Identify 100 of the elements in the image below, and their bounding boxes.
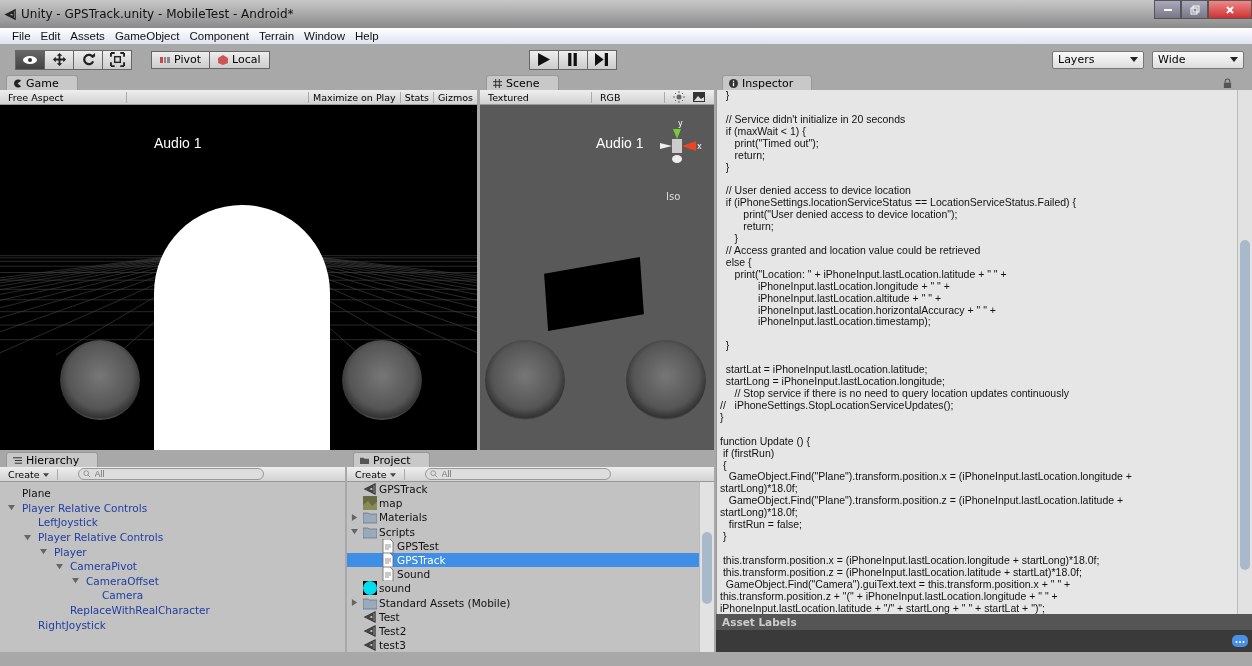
menu-item[interactable]: Assets	[70, 30, 105, 42]
project-item[interactable]: Scripts	[347, 524, 699, 539]
project-item[interactable]: test3	[347, 638, 699, 652]
hierarchy-item[interactable]: Player Relative Controls	[38, 531, 164, 544]
menu-item[interactable]: Edit	[40, 30, 61, 42]
code-line: this.transform.position.z + "(" + iPhoneInput.lastLocation.longitude + " " +	[719, 590, 1059, 603]
maximize-button[interactable]	[1181, 0, 1208, 19]
hierarchy-tab[interactable]: Hierarchy	[6, 452, 99, 467]
menu-item[interactable]: Help	[354, 30, 379, 42]
step-button[interactable]	[586, 49, 617, 70]
game-tab[interactable]: Game	[6, 75, 78, 90]
expand-arrow-icon[interactable]	[72, 577, 79, 585]
code-line: // iPhoneSettings.StopLocationServiceUpdates();	[719, 399, 955, 412]
more-options-icon[interactable]	[1232, 635, 1248, 647]
cube-icon	[218, 54, 228, 65]
project-item[interactable]: GPSTest	[347, 538, 699, 553]
hierarchy-item[interactable]: Player Relative Controls	[22, 501, 148, 514]
pause-button[interactable]	[557, 49, 588, 70]
code-line: }	[724, 161, 731, 174]
scrollbar[interactable]	[1237, 90, 1252, 614]
list-icon	[13, 456, 22, 465]
code-line: return;	[733, 149, 765, 162]
texture-thumbnail-icon	[363, 496, 377, 511]
game-view-button[interactable]: Stats	[399, 91, 433, 103]
code-line: this.transform.position.z = (iPhoneInput.lastLocation.latitude + startLat)*18.0f;	[721, 566, 1082, 579]
menu-item[interactable]: Component	[189, 30, 249, 42]
project-item[interactable]: Test2	[347, 623, 699, 639]
expand-arrow-icon[interactable]	[24, 533, 31, 541]
layout-dropdown[interactable]: Wide	[1152, 50, 1244, 69]
info-icon	[729, 79, 738, 88]
project-item[interactable]: Test	[347, 609, 699, 624]
axis-gizmo-drawing[interactable]: y x	[652, 117, 702, 177]
expand-arrow-icon[interactable]	[351, 513, 358, 521]
project-item[interactable]: GPSTrack	[347, 482, 699, 497]
code-line: print("User denied access to device location");	[742, 209, 959, 222]
aspect-dropdown[interactable]: Free Aspect	[0, 91, 127, 103]
eye-icon-button[interactable]	[15, 49, 45, 70]
code-line: startLat = iPhoneInput.lastLocation.latitude;	[724, 364, 929, 377]
hierarchy-item[interactable]: ReplaceWithRealCharacter	[70, 604, 210, 617]
code-line: this.transform.position.x = (iPhoneInput.lastLocation.longitude + startLong)*18.0f;	[721, 554, 1101, 567]
pivot-button[interactable]: Pivot	[151, 50, 210, 69]
local-button[interactable]: Local	[209, 50, 270, 69]
close-button[interactable]	[1208, 0, 1252, 19]
search-field[interactable]: All	[77, 468, 264, 480]
scene-tab[interactable]: Scene	[486, 75, 559, 90]
hierarchy-item[interactable]: CameraPivot	[70, 560, 137, 573]
minimize-button[interactable]	[1154, 0, 1181, 19]
game-view-button[interactable]: Gizmos	[433, 91, 477, 103]
hierarchy-item[interactable]: Plane	[22, 487, 51, 500]
project-item[interactable]: map	[347, 496, 699, 511]
code-line: }	[719, 411, 725, 424]
code-line: // Stop service if there is no need to query location updates continuously	[733, 388, 1071, 400]
expand-arrow-icon[interactable]	[40, 548, 47, 556]
menu-item[interactable]: Terrain	[258, 30, 295, 42]
caret-icon	[1230, 57, 1238, 62]
step-icon	[595, 53, 609, 66]
unity-scene-icon	[363, 609, 377, 624]
script-file-icon	[381, 553, 395, 568]
code-line: {	[721, 459, 728, 472]
menu-item[interactable]: File	[12, 30, 31, 42]
game-view-button[interactable]: Maximize on Play	[308, 91, 400, 103]
move-arrows-button[interactable]	[44, 49, 74, 70]
project-item[interactable]: Sound	[347, 567, 699, 582]
scrollbar[interactable]	[699, 482, 714, 652]
expand-arrow-icon[interactable]	[351, 528, 358, 536]
hierarchy-item[interactable]: RightJoystick	[38, 618, 106, 631]
hierarchy-item[interactable]: LeftJoystick	[38, 516, 98, 529]
create-dropdown[interactable]: Create	[0, 468, 58, 480]
folder-icon	[360, 456, 369, 465]
expand-arrow-icon[interactable]	[351, 599, 358, 607]
lock-icon[interactable]	[1223, 78, 1232, 89]
code-line: startLong)*18.0f;	[719, 507, 799, 520]
code-line: if (maxWait < 1) {	[724, 125, 807, 138]
code-line: function Update () {	[719, 435, 811, 448]
rotate-button[interactable]	[73, 49, 103, 70]
eye-icon	[22, 53, 38, 66]
hierarchy-item[interactable]: Camera	[102, 589, 144, 602]
code-line: GameObject.Find("Camera").guiText.text = this.transform.position.x + " " +	[725, 578, 1071, 591]
project-item[interactable]: Standard Assets (Mobile)	[347, 595, 699, 610]
expand-arrow-icon[interactable]	[56, 562, 63, 570]
hierarchy-item[interactable]: CameraOffset	[86, 574, 159, 587]
code-line: }	[733, 233, 740, 245]
scale-button[interactable]	[102, 49, 132, 70]
create-dropdown[interactable]: Create	[347, 468, 405, 480]
search-field[interactable]: All	[424, 468, 611, 480]
inspector-tab[interactable]: Inspector	[722, 75, 813, 90]
menu-item[interactable]: GameObject	[114, 30, 180, 42]
project-item[interactable]: sound	[347, 581, 699, 596]
expand-arrow-icon[interactable]	[8, 504, 15, 512]
image-icon[interactable]	[693, 91, 705, 103]
channel-dropdown[interactable]: RGB	[592, 91, 665, 103]
layers-dropdown[interactable]: Layers	[1052, 50, 1144, 69]
render-mode-dropdown[interactable]: Textured	[480, 91, 592, 103]
project-item[interactable]: Materials	[347, 510, 699, 525]
sun-icon[interactable]	[673, 91, 685, 103]
project-tab[interactable]: Project	[353, 452, 430, 467]
projection-label[interactable]: Iso	[666, 191, 681, 202]
hierarchy-item[interactable]: Player	[54, 545, 87, 558]
play-button[interactable]	[528, 49, 559, 70]
menu-item[interactable]: Window	[304, 30, 345, 42]
